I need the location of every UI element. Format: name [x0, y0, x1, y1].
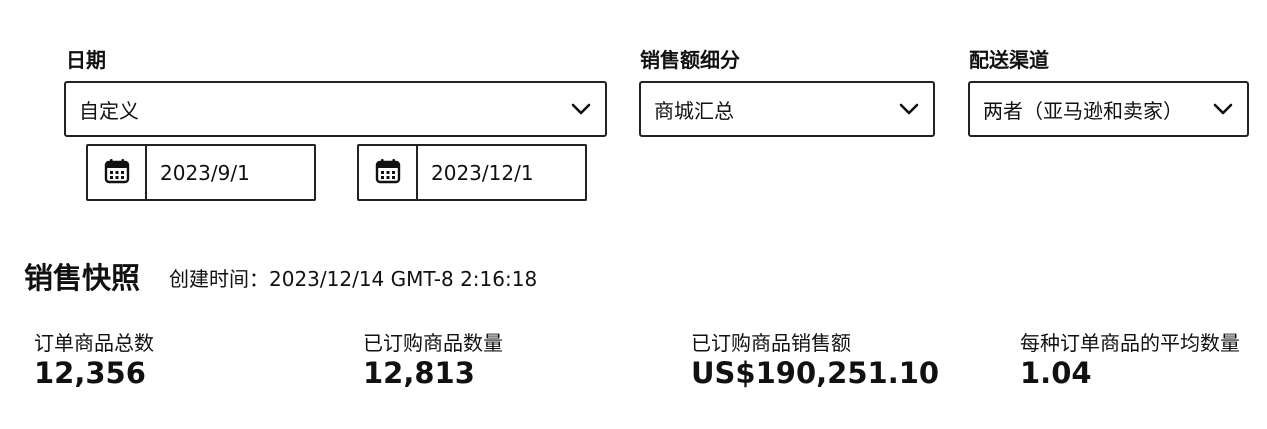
chevron-down-icon: [897, 97, 921, 121]
end-date-picker: 2023/12/1: [357, 144, 587, 201]
fulfillment-channel-value: 两者（亚马逊和卖家）: [983, 98, 1183, 123]
start-date-input[interactable]: 2023/9/1: [147, 144, 316, 201]
metric-label: 订单商品总数: [34, 331, 154, 355]
date-range-value: 自定义: [79, 98, 139, 123]
metric-value: US$190,251.10: [691, 356, 940, 390]
metric-units-ordered: 已订购商品数量 12,813: [363, 327, 503, 390]
metric-value: 1.04: [1020, 356, 1092, 390]
metric-total-order-items: 订单商品总数 12,356: [34, 327, 154, 390]
calendar-icon: [104, 158, 130, 188]
snapshot-title: 销售快照: [24, 261, 141, 295]
metric-label: 每种订单商品的平均数量: [1020, 331, 1240, 355]
sales-breakdown-select[interactable]: 商城汇总: [639, 81, 935, 137]
start-date-calendar-button[interactable]: [86, 144, 147, 201]
metric-ordered-product-sales: 已订购商品销售额 US$190,251.10: [691, 327, 939, 390]
end-date-input[interactable]: 2023/12/1: [418, 144, 587, 201]
end-date-calendar-button[interactable]: [357, 144, 418, 201]
metric-value: 12,356: [34, 356, 146, 390]
calendar-icon: [375, 158, 401, 188]
metric-label: 已订购商品数量: [363, 331, 503, 355]
fulfillment-channel-select[interactable]: 两者（亚马逊和卖家）: [968, 81, 1249, 137]
sales-breakdown-label: 销售额细分: [640, 48, 740, 72]
date-filter-label: 日期: [66, 48, 106, 72]
start-date-picker: 2023/9/1: [86, 144, 316, 201]
date-range-select[interactable]: 自定义: [64, 81, 607, 137]
metric-label: 已订购商品销售额: [691, 331, 851, 355]
sales-breakdown-value: 商城汇总: [654, 98, 734, 123]
chevron-down-icon: [569, 97, 593, 121]
metric-avg-units-per-order-item: 每种订单商品的平均数量 1.04: [1020, 327, 1240, 390]
snapshot-created-time: 创建时间：2023/12/14 GMT-8 2:16:18: [169, 267, 538, 291]
fulfillment-channel-label: 配送渠道: [969, 48, 1049, 72]
metric-value: 12,813: [363, 356, 475, 390]
chevron-down-icon: [1211, 97, 1235, 121]
